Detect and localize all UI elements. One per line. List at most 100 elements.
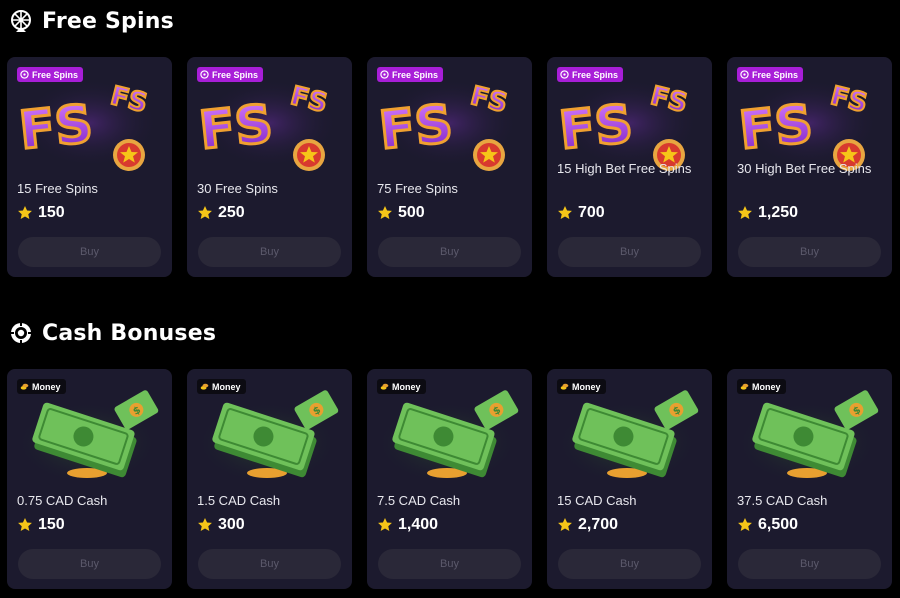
star-icon	[198, 518, 212, 531]
price-value: 250	[218, 204, 245, 221]
badge-label: Money	[392, 381, 421, 392]
product-card: $ Money 15 CAD Cash 2,700 Buy	[547, 369, 712, 589]
svg-text:FS: FS	[737, 94, 816, 161]
price-value: 150	[38, 516, 65, 533]
product-name: 75 Free Spins	[377, 181, 458, 196]
coins-icon	[200, 382, 209, 391]
badge-label: Money	[752, 381, 781, 392]
category-badge: Money	[377, 379, 426, 394]
product-name: 30 Free Spins	[197, 181, 278, 196]
buy-button[interactable]: Buy	[198, 237, 341, 267]
category-badge: Money	[737, 379, 786, 394]
category-badge: Money	[17, 379, 66, 394]
wheel-icon	[20, 70, 29, 79]
product-price: 250	[197, 204, 245, 222]
star-icon	[378, 518, 392, 531]
product-card: FS FS Free Spins 15 Free Spins 150 Buy	[7, 57, 172, 277]
star-icon	[198, 206, 212, 219]
star-icon	[738, 518, 752, 531]
buy-button[interactable]: Buy	[198, 549, 341, 579]
product-name: 30 High Bet Free Spins	[737, 161, 872, 176]
product-card: FS FS Free Spins 75 Free Spins 500 Buy	[367, 57, 532, 277]
category-badge: Free Spins	[17, 67, 84, 82]
buy-button[interactable]: Buy	[18, 237, 161, 267]
svg-text:FS: FS	[377, 94, 456, 161]
category-badge: Free Spins	[197, 67, 264, 82]
coins-icon	[560, 382, 569, 391]
product-price: 6,500	[737, 516, 798, 534]
coins-icon	[380, 382, 389, 391]
product-price: 2,700	[557, 516, 618, 534]
section-title: Free Spins	[42, 8, 174, 34]
badge-label: Money	[32, 381, 61, 392]
product-name: 37.5 CAD Cash	[737, 493, 828, 508]
product-price: 150	[17, 204, 65, 222]
badge-label: Free Spins	[392, 69, 439, 80]
buy-button[interactable]: Buy	[558, 237, 701, 267]
product-name: 7.5 CAD Cash	[377, 493, 461, 508]
wheel-icon	[8, 8, 34, 34]
price-value: 1,400	[398, 516, 439, 533]
badge-label: Free Spins	[572, 69, 619, 80]
product-name: 15 Free Spins	[17, 181, 98, 196]
price-value: 1,250	[758, 204, 799, 221]
buy-button[interactable]: Buy	[378, 237, 521, 267]
product-card: $ Money 1.5 CAD Cash 300 Buy	[187, 369, 352, 589]
badge-label: Money	[572, 381, 601, 392]
product-card: FS FS Free Spins 30 Free Spins 250 Buy	[187, 57, 352, 277]
wheel-icon	[380, 70, 389, 79]
coins-icon	[20, 382, 29, 391]
buy-button[interactable]: Buy	[738, 549, 881, 579]
product-card: $ Money 37.5 CAD Cash 6,500 Buy	[727, 369, 892, 589]
star-icon	[738, 206, 752, 219]
cash-bonuses-header: Cash Bonuses	[8, 320, 216, 346]
category-badge: Money	[557, 379, 606, 394]
product-name: 1.5 CAD Cash	[197, 493, 281, 508]
buy-button[interactable]: Buy	[378, 549, 521, 579]
buy-button[interactable]: Buy	[558, 549, 701, 579]
product-price: 150	[17, 516, 65, 534]
product-price: 300	[197, 516, 245, 534]
buy-button[interactable]: Buy	[738, 237, 881, 267]
svg-text:FS: FS	[17, 94, 96, 161]
wheel-icon	[740, 70, 749, 79]
svg-text:FS: FS	[557, 94, 636, 161]
buy-button[interactable]: Buy	[18, 549, 161, 579]
badge-label: Money	[212, 381, 241, 392]
category-badge: Free Spins	[557, 67, 624, 82]
free-spins-row: FS FS Free Spins 15 Free Spins 150 Buy F…	[7, 57, 892, 277]
badge-label: Free Spins	[32, 69, 79, 80]
section-title: Cash Bonuses	[42, 320, 217, 346]
star-icon	[18, 518, 32, 531]
product-name: 15 CAD Cash	[557, 493, 637, 508]
product-price: 1,250	[737, 204, 798, 222]
star-icon	[18, 206, 32, 219]
price-value: 2,700	[578, 516, 619, 533]
category-badge: Free Spins	[377, 67, 444, 82]
chip-icon	[8, 320, 34, 346]
free-spins-header: Free Spins	[8, 8, 174, 34]
cash-bonuses-row: $ Money 0.75 CAD Cash 150 Buy $ Money 1.…	[7, 369, 892, 589]
product-price: 1,400	[377, 516, 438, 534]
product-name: 15 High Bet Free Spins	[557, 161, 692, 176]
category-badge: Money	[197, 379, 246, 394]
badge-label: Free Spins	[212, 69, 259, 80]
product-card: FS FS Free Spins 30 High Bet Free Spins …	[727, 57, 892, 277]
product-price: 700	[557, 204, 605, 222]
price-value: 300	[218, 516, 245, 533]
product-card: $ Money 7.5 CAD Cash 1,400 Buy	[367, 369, 532, 589]
star-icon	[558, 518, 572, 531]
wheel-icon	[560, 70, 569, 79]
product-card: FS FS Free Spins 15 High Bet Free Spins …	[547, 57, 712, 277]
price-value: 700	[578, 204, 605, 221]
star-icon	[378, 206, 392, 219]
badge-label: Free Spins	[752, 69, 799, 80]
product-card: $ Money 0.75 CAD Cash 150 Buy	[7, 369, 172, 589]
product-name: 0.75 CAD Cash	[17, 493, 108, 508]
coins-icon	[740, 382, 749, 391]
star-icon	[558, 206, 572, 219]
svg-text:FS: FS	[197, 94, 276, 161]
wheel-icon	[200, 70, 209, 79]
price-value: 500	[398, 204, 425, 221]
price-value: 6,500	[758, 516, 799, 533]
